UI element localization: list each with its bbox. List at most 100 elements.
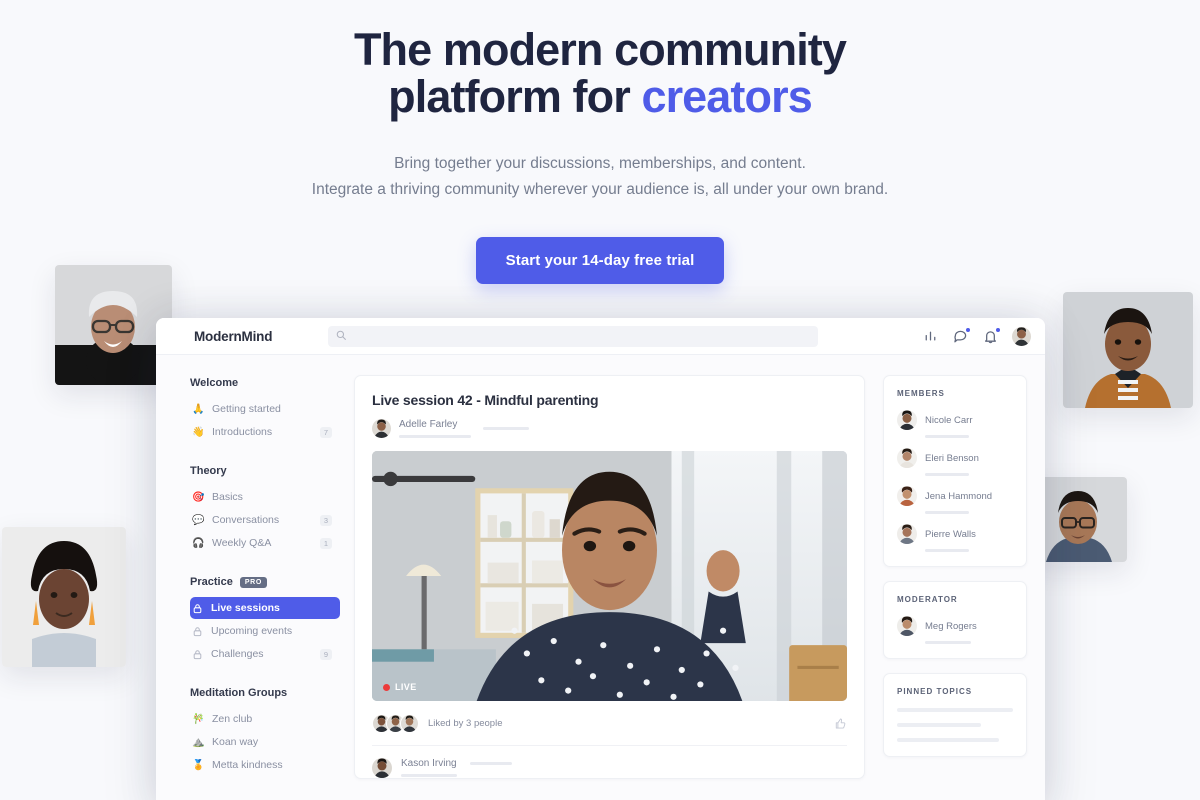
sidebar-item-koan-way[interactable]: ⛰️ Koan way: [190, 731, 340, 753]
search-bar[interactable]: [328, 325, 819, 347]
landing-page: The modern community platform for creato…: [0, 0, 1200, 800]
live-dot-icon: [383, 683, 390, 691]
list-item[interactable]: Jena Hammond: [897, 486, 1013, 506]
sidebar-section-practice-title: Practice PRO: [190, 576, 340, 588]
sidebar-item-count: 1: [319, 537, 332, 549]
sidebar-section-meditation-groups-title: Meditation Groups: [190, 687, 340, 699]
sidebar-item-label: Introductions: [212, 426, 273, 438]
member-meta-placeholder: [925, 435, 969, 438]
account-avatar[interactable]: [1012, 326, 1031, 346]
moderator-name: Meg Rogers: [925, 620, 977, 632]
medal-icon: 🏅: [192, 759, 205, 771]
post-title: Live session 42 - Mindful parenting: [372, 392, 599, 408]
avatar[interactable]: [372, 758, 392, 778]
moderator-panel-title: MODERATOR: [897, 595, 958, 604]
pinned-topic-placeholder[interactable]: [897, 708, 1013, 712]
comment-timestamp-placeholder: [470, 762, 512, 765]
video-thumbnail-image: [372, 451, 847, 701]
sidebar-item-label: Koan way: [212, 736, 259, 748]
page-title: The modern community platform for creato…: [0, 26, 1200, 121]
list-item[interactable]: Meg Rogers: [897, 616, 1013, 636]
member-meta-placeholder: [925, 511, 969, 514]
sidebar-item-zen-club[interactable]: 🎋 Zen club: [190, 708, 340, 730]
list-item[interactable]: Eleri Benson: [897, 448, 1013, 468]
portrait-senior-woman-glasses: [55, 265, 172, 385]
chat-unread-badge: [965, 326, 971, 333]
app-body: Welcome 🙏 Getting started 👋 Introduction…: [156, 355, 1045, 800]
live-label: LIVE: [395, 682, 417, 692]
post-likes-row: Liked by 3 people: [372, 714, 847, 745]
commenter-avatar-image: [372, 758, 392, 778]
member-name: Pierre Walls: [925, 528, 976, 540]
avatar: [897, 616, 917, 636]
chat-bubble-icon[interactable]: [952, 326, 971, 345]
sidebar-item-weekly-qa[interactable]: 🎧 Weekly Q&A 1: [190, 532, 340, 554]
sidebar-item-basics[interactable]: 🎯 Basics: [190, 486, 340, 508]
likes-count-text: Liked by 3 people: [428, 718, 503, 729]
search-icon: [336, 327, 347, 345]
sidebar-item-introductions[interactable]: 👋 Introductions 7: [190, 421, 340, 443]
pinned-topic-placeholder[interactable]: [897, 738, 1000, 742]
sidebar-item-count: 7: [319, 426, 332, 438]
dart-icon: 🎯: [192, 491, 205, 503]
analytics-icon[interactable]: [922, 328, 939, 345]
prayer-hands-icon: 🙏: [192, 403, 205, 415]
sidebar-item-upcoming-events[interactable]: Upcoming events: [190, 620, 340, 642]
headline-line-2: platform for: [388, 71, 642, 123]
sidebar-item-conversations[interactable]: 💬 Conversations 3: [190, 509, 340, 531]
topbar-actions: [922, 326, 1031, 346]
live-status-badge: LIVE: [383, 682, 417, 692]
start-free-trial-button[interactable]: Start your 14-day free trial: [475, 236, 725, 284]
sidebar-item-label: Getting started: [212, 403, 281, 415]
members-panel-title: MEMBERS: [897, 389, 945, 398]
pinned-topic-placeholder[interactable]: [897, 723, 981, 727]
headline-line-1: The modern community: [353, 24, 847, 75]
sidebar-item-live-sessions[interactable]: Live sessions: [190, 597, 340, 619]
list-item[interactable]: Pierre Walls: [897, 524, 1013, 544]
app-topbar: ModernMind: [156, 318, 1045, 355]
member-name: Eleri Benson: [925, 452, 979, 464]
pinned-topics-panel-title: PINNED TOPICS: [897, 687, 973, 696]
mountain-icon: ⛰️: [192, 736, 205, 748]
avatar: [897, 410, 917, 430]
avatar: [897, 524, 917, 544]
list-item[interactable]: Nicole Carr: [897, 410, 1013, 430]
comment-meta-placeholder: [401, 774, 457, 777]
user-avatar-image: [1012, 326, 1031, 346]
liker-avatar-stack: [372, 714, 419, 733]
comment-meta: Kason Irving: [401, 758, 457, 778]
pro-badge: PRO: [239, 576, 268, 588]
live-video-player[interactable]: LIVE: [372, 451, 847, 701]
post-author-row: Adelle Farley: [372, 419, 847, 438]
avatar: [897, 486, 917, 506]
sidebar-item-getting-started[interactable]: 🙏 Getting started: [190, 398, 340, 420]
search-input[interactable]: [352, 330, 811, 342]
lock-icon: [192, 649, 203, 660]
avatar: [897, 448, 917, 468]
post-author-name: Adelle Farley: [399, 419, 458, 430]
sidebar-item-challenges[interactable]: Challenges 9: [190, 643, 340, 665]
waving-hand-icon: 👋: [192, 426, 205, 438]
floating-photo-bottom-left: [2, 527, 126, 667]
sidebar-item-label: Conversations: [212, 514, 280, 526]
author-meta-placeholder: [399, 435, 471, 438]
notification-unread-badge: [995, 326, 1001, 333]
avatar[interactable]: [400, 714, 419, 733]
moderator-avatar-image: [897, 616, 917, 636]
member-name: Nicole Carr: [925, 414, 973, 426]
sidebar-section-welcome-title: Welcome: [190, 377, 340, 389]
sidebar-item-count: 3: [319, 514, 332, 526]
thumbs-up-icon[interactable]: [834, 717, 847, 730]
floating-photo-top-left: [55, 265, 172, 385]
headphone-icon: 🎧: [192, 537, 205, 549]
post-timestamp-placeholder: [483, 427, 529, 430]
hero-subtitle-line-1: Bring together your discussions, members…: [394, 154, 806, 172]
right-sidebar: MEMBERS Nicole Carr Eleri Benson Jena Ha…: [883, 355, 1045, 800]
sidebar-item-label: Live sessions: [211, 602, 280, 614]
app-brand-logo[interactable]: ModernMind: [194, 329, 272, 344]
bell-icon[interactable]: [982, 326, 1001, 345]
sidebar-item-label: Challenges: [211, 648, 264, 660]
avatar[interactable]: [372, 419, 391, 438]
sidebar-item-metta-kindness[interactable]: 🏅 Metta kindness: [190, 754, 340, 776]
sidebar-item-label: Upcoming events: [211, 625, 293, 637]
